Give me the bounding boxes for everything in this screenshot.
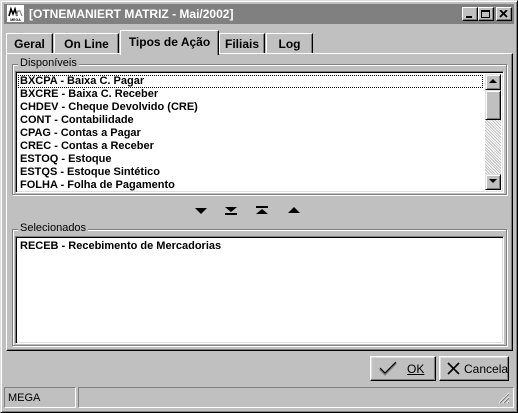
- tab-tipos-de-acao[interactable]: Tipos de Ação: [120, 30, 219, 55]
- main-window: MEGA [OTNEMANIERT MATRIZ - Mai/2002] Ger…: [0, 0, 518, 413]
- selected-group: Selecionados RECEB - Recebimento de Merc…: [12, 222, 507, 346]
- selected-label: Selecionados: [18, 222, 89, 234]
- arrow-up-icon: [288, 207, 300, 213]
- mega-logo-text: MEGA: [10, 18, 21, 22]
- cancel-label: Cancela: [464, 362, 509, 376]
- list-item[interactable]: ESTOQ - Estoque: [18, 153, 483, 166]
- remove-selected-button[interactable]: [286, 204, 302, 218]
- tab-panel: Disponíveis BXCPA - Baixa C. Pagar BXCRE…: [6, 53, 513, 351]
- arrow-up-all-icon: [256, 206, 268, 214]
- status-panel-company: MEGA: [4, 387, 76, 408]
- tab-geral[interactable]: Geral: [6, 33, 53, 53]
- add-selected-button[interactable]: [193, 204, 209, 218]
- title-bar[interactable]: MEGA [OTNEMANIERT MATRIZ - Mai/2002]: [4, 4, 514, 24]
- list-item[interactable]: BXCRE - Baixa C. Receber: [18, 88, 483, 101]
- mega-logo-icon: MEGA: [7, 5, 24, 22]
- tab-log[interactable]: Log: [266, 33, 313, 53]
- tab-label: Geral: [14, 37, 45, 51]
- resize-grip-icon[interactable]: [498, 392, 510, 404]
- add-all-button[interactable]: [223, 204, 239, 218]
- tab-label: Log: [278, 37, 301, 51]
- ok-button[interactable]: OK: [370, 356, 436, 381]
- list-item[interactable]: ESTQS - Estoque Sintético: [18, 166, 483, 179]
- close-button[interactable]: [496, 7, 512, 21]
- cancel-button[interactable]: Cancela: [439, 356, 509, 381]
- scroll-up-button[interactable]: [485, 74, 501, 90]
- list-item[interactable]: CPAG - Contas a Pagar: [18, 127, 483, 140]
- tab-filiais[interactable]: Filiais: [219, 33, 265, 53]
- scroll-down-button[interactable]: [485, 174, 501, 190]
- status-text: MEGA: [8, 392, 41, 404]
- minimize-icon: [466, 16, 472, 18]
- arrow-down-icon: [195, 208, 207, 214]
- available-scrollbar[interactable]: [485, 74, 501, 190]
- available-group: Disponíveis BXCPA - Baixa C. Pagar BXCRE…: [12, 57, 507, 195]
- checkmark-icon: [379, 361, 397, 376]
- list-item[interactable]: RECEB - Recebimento de Mercadorias: [18, 240, 499, 253]
- list-item[interactable]: CONT - Contabilidade: [18, 114, 483, 127]
- ok-label: OK: [407, 362, 425, 376]
- tab-label: On Line: [64, 37, 109, 51]
- scroll-thumb[interactable]: [485, 90, 501, 120]
- scroll-up-icon: [489, 79, 497, 83]
- minimize-button[interactable]: [462, 7, 478, 21]
- scroll-down-icon: [489, 179, 497, 183]
- status-panel-info: [78, 387, 514, 408]
- tab-label: Filiais: [224, 37, 259, 51]
- maximize-button[interactable]: [478, 7, 494, 21]
- available-listbox[interactable]: BXCPA - Baixa C. Pagar BXCRE - Baixa C. …: [15, 71, 504, 193]
- available-label: Disponíveis: [18, 57, 79, 69]
- close-icon: [499, 10, 508, 18]
- remove-all-button[interactable]: [254, 204, 270, 218]
- arrow-down-all-icon: [225, 207, 237, 215]
- tab-on-line[interactable]: On Line: [54, 33, 119, 53]
- window-title: [OTNEMANIERT MATRIZ - Mai/2002]: [29, 7, 234, 21]
- list-item[interactable]: FOLHA - Folha de Pagamento: [18, 179, 483, 192]
- maximize-icon: [481, 10, 490, 18]
- cancel-x-icon: [447, 362, 460, 375]
- list-item[interactable]: CHDEV - Cheque Devolvido (CRE): [18, 101, 483, 114]
- list-item[interactable]: CREC - Contas a Receber: [18, 140, 483, 153]
- selected-listbox[interactable]: RECEB - Recebimento de Mercadorias: [15, 236, 504, 344]
- list-item[interactable]: BXCPA - Baixa C. Pagar: [18, 75, 483, 88]
- tab-label: Tipos de Ação: [128, 35, 211, 49]
